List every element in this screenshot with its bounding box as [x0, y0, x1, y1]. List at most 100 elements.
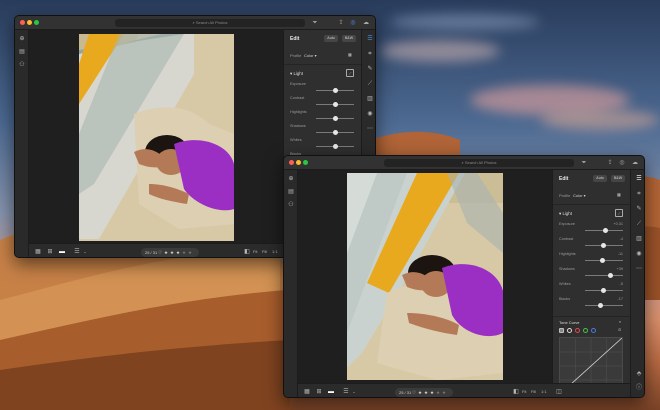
slider-value[interactable]: +0.31: [609, 222, 623, 226]
star-4[interactable]: ★: [182, 248, 186, 257]
minimize-window-button[interactable]: [296, 160, 301, 165]
auto-light-icon[interactable]: ⟋: [346, 69, 354, 77]
heart-icon[interactable]: ♡: [158, 248, 162, 257]
more-icon[interactable]: ⋯: [635, 265, 643, 273]
slider-knob[interactable]: [603, 228, 609, 233]
library-icon[interactable]: ▤: [18, 48, 26, 56]
slider-knob[interactable]: [607, 273, 613, 278]
close-window-button[interactable]: [20, 20, 25, 25]
share-icon[interactable]: ⇪: [337, 19, 345, 27]
profile-browser-icon[interactable]: ▦: [348, 52, 352, 57]
curve-green-icon[interactable]: [583, 328, 588, 333]
share-icon[interactable]: ⇪: [606, 159, 614, 167]
maximize-window-button[interactable]: [303, 160, 308, 165]
cloud-icon[interactable]: ☁: [631, 159, 639, 167]
slider-value[interactable]: +39: [609, 267, 623, 271]
crop-icon[interactable]: ⌗: [635, 190, 643, 198]
info-icon[interactable]: ◎: [349, 19, 357, 27]
fit-label[interactable]: Fit: [522, 388, 526, 396]
photo-grid-icon[interactable]: ▦: [303, 388, 311, 396]
search-input[interactable]: ⌕ Search All Photos: [115, 19, 305, 27]
edit-icon[interactable]: ☰: [366, 35, 374, 43]
slider-knob[interactable]: [332, 116, 338, 121]
slider-value[interactable]: -17: [609, 297, 624, 301]
star-3[interactable]: ★: [176, 248, 180, 257]
star-2[interactable]: ★: [170, 248, 174, 257]
cloud-icon[interactable]: ☁: [362, 19, 370, 27]
linear-gradient-icon[interactable]: ▥: [635, 235, 643, 243]
sort-icon[interactable]: ☰: [342, 388, 350, 396]
detail-view-icon[interactable]: ▬: [327, 388, 335, 396]
bw-button[interactable]: B&W: [611, 175, 625, 182]
slider-knob[interactable]: [598, 303, 604, 308]
tone-curve-toggle-icon[interactable]: ◐: [619, 319, 621, 324]
light-section-header[interactable]: ▾ Light: [559, 211, 572, 217]
slider-value[interactable]: -11: [609, 252, 623, 256]
library-icon[interactable]: ▤: [287, 188, 295, 196]
brush-icon[interactable]: ⟋: [366, 80, 374, 88]
sort-dropdown-icon[interactable]: ⌄: [81, 248, 89, 256]
star-1[interactable]: ★: [418, 388, 422, 397]
brush-icon[interactable]: ⟋: [635, 220, 643, 228]
search-input[interactable]: ⌕ Search All Photos: [384, 159, 574, 167]
square-grid-icon[interactable]: ⊞: [46, 248, 54, 256]
bw-button[interactable]: B&W: [342, 35, 356, 42]
star-3[interactable]: ★: [430, 388, 434, 397]
star-4[interactable]: ★: [436, 388, 440, 397]
detail-view-icon[interactable]: ▬: [58, 248, 66, 256]
edit-icon[interactable]: ☰: [635, 175, 643, 183]
radial-gradient-icon[interactable]: ◉: [366, 110, 374, 118]
sidebar-toggle-icon[interactable]: ◫: [555, 388, 563, 396]
star-5[interactable]: ★: [442, 388, 446, 397]
slider-knob[interactable]: [600, 243, 606, 248]
linear-gradient-icon[interactable]: ▥: [366, 95, 374, 103]
info-panel-icon[interactable]: ⓘ: [635, 384, 643, 392]
slider-knob[interactable]: [332, 102, 338, 107]
crop-icon[interactable]: ⌗: [366, 50, 374, 58]
compare-icon[interactable]: ◧: [512, 388, 520, 396]
heart-icon[interactable]: ♡: [412, 388, 416, 397]
minimize-window-button[interactable]: [27, 20, 32, 25]
auto-button[interactable]: Auto: [593, 175, 607, 182]
sort-icon[interactable]: ☰: [73, 248, 81, 256]
profile-value[interactable]: Color ▾: [573, 193, 586, 198]
star-5[interactable]: ★: [188, 248, 192, 257]
profile-browser-icon[interactable]: ▦: [617, 192, 621, 197]
fill-label[interactable]: Fill: [531, 388, 536, 396]
slider-knob[interactable]: [332, 88, 338, 93]
slider-knob[interactable]: [599, 258, 605, 263]
auto-button[interactable]: Auto: [324, 35, 338, 42]
fit-label[interactable]: Fit: [253, 248, 257, 256]
star-1[interactable]: ★: [164, 248, 168, 257]
people-icon[interactable]: ⚇: [287, 201, 295, 209]
healing-brush-icon[interactable]: ✎: [635, 205, 643, 213]
slider-knob[interactable]: [600, 288, 606, 293]
photo-grid-icon[interactable]: ▦: [34, 248, 42, 256]
tag-icon[interactable]: ⬘: [635, 370, 643, 378]
curve-red-icon[interactable]: [575, 328, 580, 333]
filter-icon[interactable]: ⏷: [580, 159, 588, 167]
more-icon[interactable]: ⋯: [366, 125, 374, 133]
add-photos-icon[interactable]: ⊕: [287, 175, 295, 183]
radial-gradient-icon[interactable]: ◉: [635, 250, 643, 258]
square-grid-icon[interactable]: ⊞: [315, 388, 323, 396]
close-window-button[interactable]: [289, 160, 294, 165]
slider-track[interactable]: [585, 305, 623, 306]
curve-rgb-icon[interactable]: [567, 328, 572, 333]
curve-reset-icon[interactable]: ⊙: [618, 327, 621, 332]
info-icon[interactable]: ◎: [618, 159, 626, 167]
curve-blue-icon[interactable]: [591, 328, 596, 333]
slider-value[interactable]: -5: [609, 282, 623, 286]
auto-light-icon[interactable]: ⟋: [615, 209, 623, 217]
curve-point-icon[interactable]: [559, 328, 564, 333]
maximize-window-button[interactable]: [34, 20, 39, 25]
compare-icon[interactable]: ◧: [243, 248, 251, 256]
filter-icon[interactable]: ⏷: [311, 19, 319, 27]
people-icon[interactable]: ⚇: [18, 61, 26, 69]
slider-knob[interactable]: [332, 130, 338, 135]
one-to-one-label[interactable]: 1:1: [541, 388, 547, 396]
healing-brush-icon[interactable]: ✎: [366, 65, 374, 73]
sort-dropdown-icon[interactable]: ⌄: [350, 388, 358, 396]
one-to-one-label[interactable]: 1:1: [272, 248, 278, 256]
slider-value[interactable]: -4: [609, 237, 623, 241]
